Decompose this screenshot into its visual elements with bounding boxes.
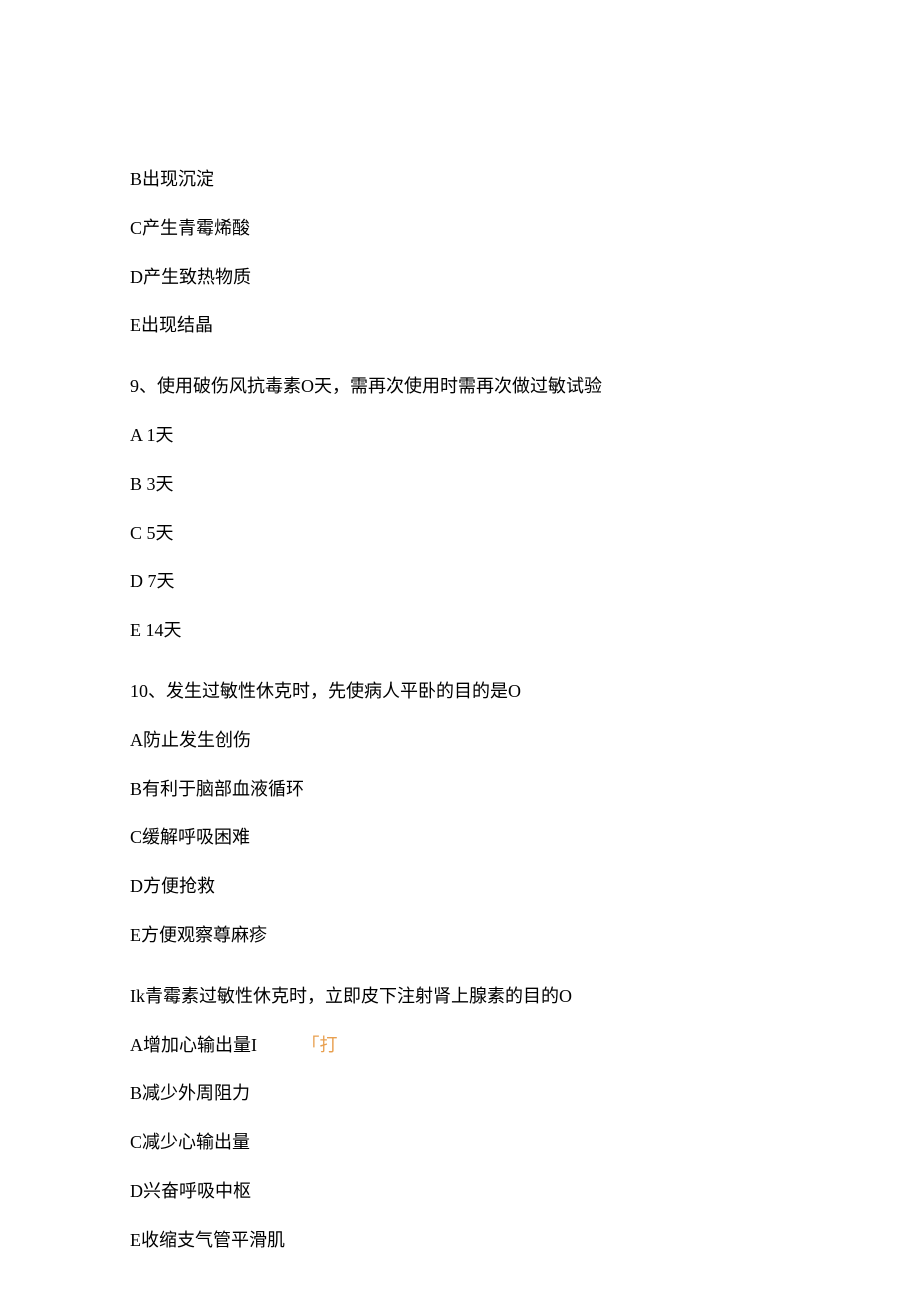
q10-option-c: C缓解呼吸困难 — [130, 823, 790, 852]
q9-option-d: D 7天 — [130, 567, 790, 596]
question-8-partial: B出现沉淀 C产生青霉烯酸 D产生致热物质 E出现结晶 — [130, 165, 790, 340]
q8-option-d: D产生致热物质 — [130, 263, 790, 292]
question-9: 9、使用破伤风抗毒素O天，需再次使用时需再次做过敏试验 A 1天 B 3天 C … — [130, 372, 790, 645]
q9-option-c: C 5天 — [130, 519, 790, 548]
q10-option-e: E方便观察尊麻疹 — [130, 921, 790, 950]
q11-option-d: D兴奋呼吸中枢 — [130, 1177, 790, 1206]
q11-option-a-text: A增加心输出量I — [130, 1031, 257, 1060]
q8-option-e: E出现结晶 — [130, 311, 790, 340]
q9-option-b: B 3天 — [130, 470, 790, 499]
q11-option-e: E收缩支气管平滑肌 — [130, 1226, 790, 1255]
q10-option-d: D方便抢救 — [130, 872, 790, 901]
q9-option-e: E 14天 — [130, 616, 790, 645]
question-10: 10、发生过敏性休克时，先使病人平卧的目的是O A防止发生创伤 B有利于脑部血液… — [130, 677, 790, 950]
question-11: Ik青霉素过敏性休克时，立即皮下注射肾上腺素的目的O A增加心输出量I 「打 B… — [130, 982, 790, 1255]
q9-option-a: A 1天 — [130, 421, 790, 450]
q11-option-c: C减少心输出量 — [130, 1128, 790, 1157]
q11-option-a-annotation: 「打 — [302, 1035, 338, 1055]
q9-question-text: 9、使用破伤风抗毒素O天，需再次使用时需再次做过敏试验 — [130, 372, 790, 401]
q10-option-a: A防止发生创伤 — [130, 726, 790, 755]
q10-option-b: B有利于脑部血液循环 — [130, 775, 790, 804]
q8-option-b: B出现沉淀 — [130, 165, 790, 194]
q11-option-a: A增加心输出量I 「打 — [130, 1031, 790, 1060]
q11-option-b: B减少外周阻力 — [130, 1079, 790, 1108]
q10-question-text: 10、发生过敏性休克时，先使病人平卧的目的是O — [130, 677, 790, 706]
q8-option-c: C产生青霉烯酸 — [130, 214, 790, 243]
q11-question-text: Ik青霉素过敏性休克时，立即皮下注射肾上腺素的目的O — [130, 982, 790, 1011]
